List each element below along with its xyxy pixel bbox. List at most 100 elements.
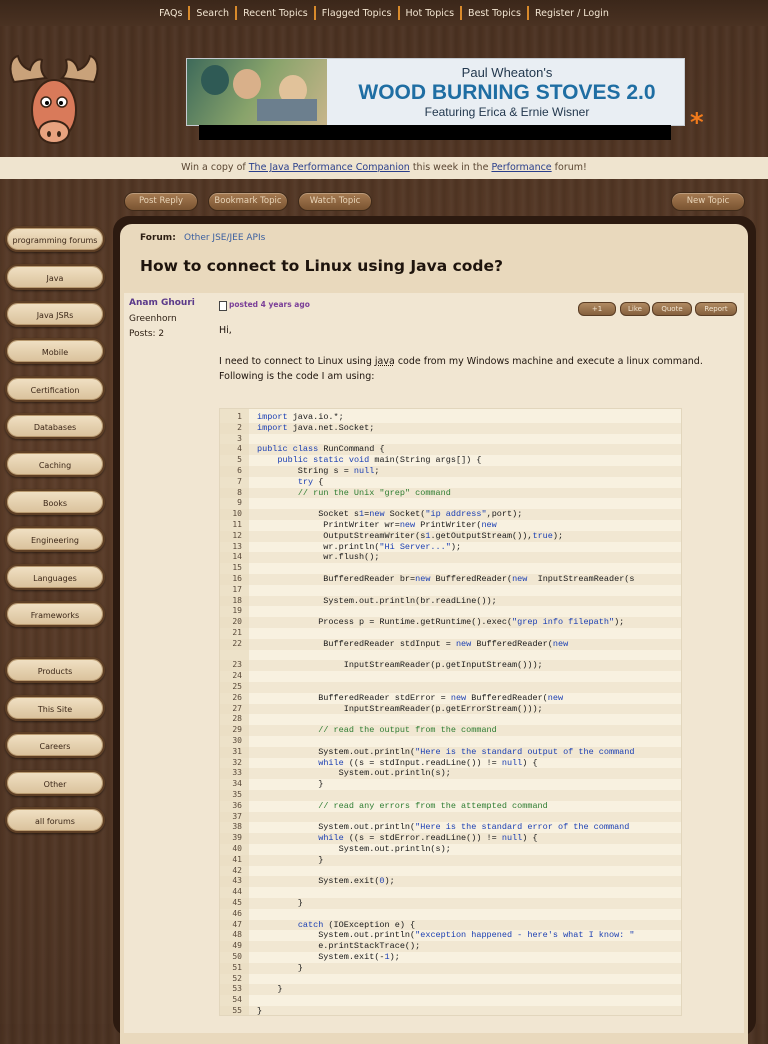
code-line: 30: [220, 736, 681, 747]
nav-link-recent-topics[interactable]: Recent Topics: [237, 8, 314, 19]
code-line: 17: [220, 585, 681, 596]
sidebar-item-all-forums[interactable]: all forums: [5, 807, 105, 833]
code-line: 54: [220, 995, 681, 1006]
asterisk-icon: *: [690, 108, 704, 138]
code-line-number: 34: [232, 779, 242, 789]
code-line-text: }: [257, 984, 283, 995]
forum-link[interactable]: Other JSE/JEE APIs: [184, 233, 265, 243]
code-line: 18 System.out.println(br.readLine());: [220, 595, 681, 607]
author-rank: Greenhorn: [129, 314, 177, 324]
ad-banner[interactable]: Paul Wheaton's WOOD BURNING STOVES 2.0 F…: [186, 58, 685, 126]
code-line-number: 16: [232, 574, 242, 583]
code-line-number: 14: [232, 552, 242, 562]
author-name-link[interactable]: Anam Ghouri: [129, 298, 195, 308]
post-reply-button[interactable]: Post Reply: [124, 192, 198, 211]
code-line: 29 // read the output from the command: [220, 725, 681, 736]
code-line-number: 41: [232, 854, 242, 864]
post-body: I need to connect to Linux using java co…: [219, 354, 727, 384]
report-button[interactable]: Report: [695, 302, 737, 316]
forum-label: Forum:: [140, 233, 176, 243]
code-line-number: 12: [232, 530, 242, 540]
code-line-number: 48: [232, 930, 242, 940]
nav-link-search[interactable]: Search: [190, 8, 235, 19]
moose-logo-icon[interactable]: [4, 52, 104, 150]
quote-button[interactable]: Quote: [652, 302, 692, 316]
code-line-number: 29: [232, 725, 242, 735]
nav-link-hot-topics[interactable]: Hot Topics: [400, 8, 461, 19]
page-title: How to connect to Linux using Java code?: [140, 257, 504, 275]
new-topic-button[interactable]: New Topic: [671, 192, 745, 211]
code-line-text: InputStreamReader(p.getInputStream()));: [257, 660, 543, 671]
code-line: 28: [220, 714, 681, 725]
post-greeting: Hi,: [219, 325, 232, 336]
code-line: 5 public static void main(String args[])…: [220, 455, 681, 466]
code-line-number: 6: [237, 466, 242, 475]
sidebar-item-products[interactable]: Products: [5, 657, 105, 683]
sidebar-item-languages[interactable]: Languages: [5, 564, 105, 590]
code-line-number: 18: [232, 595, 242, 605]
code-line: 44: [220, 887, 681, 898]
sidebar-item-books[interactable]: Books: [5, 489, 105, 515]
like-label: Like: [628, 305, 642, 313]
code-line-number: 37: [232, 811, 242, 821]
sidebar-item-careers[interactable]: Careers: [5, 732, 105, 758]
code-line-text: }: [257, 962, 303, 973]
bookmark-topic-button[interactable]: Bookmark Topic: [208, 192, 288, 211]
code-line-number: 27: [232, 703, 242, 713]
code-line: 39 while ((s = stdError.readLine()) != n…: [220, 833, 681, 844]
promo-forum-link[interactable]: Performance: [491, 162, 551, 173]
java-glossary-link[interactable]: java: [375, 356, 395, 367]
code-line-text: System.out.println(s);: [257, 768, 451, 779]
nav-link-flagged-topics[interactable]: Flagged Topics: [316, 8, 398, 19]
code-line-text: BufferedReader stdError = new BufferedRe…: [257, 692, 564, 703]
sidebar-item-certification[interactable]: Certification: [5, 376, 105, 402]
top-nav-links: FAQs Search Recent Topics Flagged Topics Hot…: [153, 0, 615, 26]
code-line-text: BufferedReader stdInput = new BufferedRe…: [257, 638, 569, 649]
plus-one-button[interactable]: +1: [578, 302, 616, 316]
code-line: 47 catch (IOException e) {: [220, 919, 681, 931]
code-line-text: Socket s1=new Socket("ip address",port);: [257, 509, 523, 520]
code-line: 25: [220, 682, 681, 693]
code-line-text: }: [257, 898, 303, 908]
code-line: 2 import java.net.Socket;: [220, 422, 681, 434]
code-line-number: 52: [232, 973, 242, 983]
sidebar-item-java-jsrs[interactable]: Java JSRs: [5, 301, 105, 327]
code-line-number: 44: [232, 887, 242, 897]
code-line-number: 20: [232, 617, 242, 627]
code-line-number: 9: [237, 498, 242, 508]
sidebar-item-programming-forums[interactable]: programming forums: [5, 226, 105, 252]
code-line-text: // run the Unix "grep" command: [297, 487, 451, 498]
code-line: 40 System.out.println(s);: [220, 844, 681, 855]
code-line-number: 1: [237, 412, 242, 421]
code-line-text: import java.net.Socket;: [257, 422, 375, 433]
promo-book-link[interactable]: The Java Performance Companion: [249, 162, 410, 173]
nav-link-register-login[interactable]: Register / Login: [529, 8, 615, 19]
code-line-number: 46: [232, 908, 242, 918]
code-line-number: 19: [232, 606, 242, 616]
code-line: 42: [220, 866, 681, 877]
watch-topic-button[interactable]: Watch Topic: [298, 192, 372, 211]
code-line-number: 15: [232, 563, 242, 573]
sidebar-item-engineering[interactable]: Engineering: [5, 526, 105, 552]
like-button[interactable]: Like: [620, 302, 650, 316]
code-line-number: 23: [232, 660, 242, 670]
code-line: 16 BufferedReader br=new BufferedReader(…: [220, 574, 681, 585]
sidebar-item-frameworks[interactable]: Frameworks: [5, 601, 105, 627]
sidebar-item-other[interactable]: Other: [5, 770, 105, 796]
code-line-number: 53: [232, 984, 242, 994]
code-line-text: BufferedReader br=new BufferedReader(new…: [257, 574, 635, 584]
code-line: 55}: [220, 1006, 681, 1015]
code-line: 50 System.exit(-1);: [220, 952, 681, 963]
sidebar-item-caching[interactable]: Caching: [5, 451, 105, 477]
nav-link-faqs[interactable]: FAQs: [153, 8, 188, 19]
code-line-text: Process p = Runtime.getRuntime().exec("g…: [257, 617, 625, 628]
nav-link-best-topics[interactable]: Best Topics: [462, 8, 527, 19]
sidebar-item-this-site[interactable]: This Site: [5, 695, 105, 721]
sidebar-item-databases[interactable]: Databases: [5, 413, 105, 439]
code-line-text: public class RunCommand {: [257, 444, 385, 455]
sidebar-item-java[interactable]: Java: [5, 264, 105, 290]
sidebar-item-mobile[interactable]: Mobile: [5, 338, 105, 364]
code-line-text: public static void main(String args[]) {: [277, 455, 482, 466]
code-line: 41 }: [220, 854, 681, 866]
code-line-number: 55: [232, 1006, 242, 1015]
